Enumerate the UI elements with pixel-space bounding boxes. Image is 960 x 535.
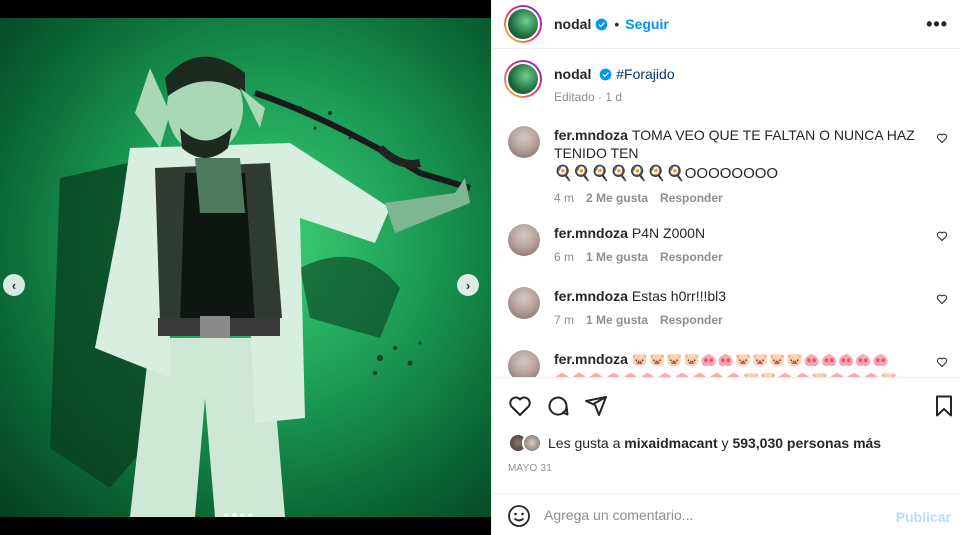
verified-badge-icon: [599, 68, 612, 81]
comment-like-icon[interactable]: [936, 230, 948, 242]
comments-list[interactable]: nodal #Forajido Editado · 1 d fer.mndoza…: [492, 50, 960, 377]
likes-summary: Les gusta a mixaidmacant y 593,030 perso…: [508, 433, 881, 453]
liker-avatar[interactable]: [522, 433, 542, 453]
post-caption: nodal #Forajido Editado · 1 d: [504, 60, 675, 104]
follow-button[interactable]: Seguir: [625, 16, 669, 32]
commenter-avatar[interactable]: [508, 126, 540, 158]
caption-author-avatar[interactable]: [504, 60, 542, 98]
heart-icon[interactable]: [508, 394, 532, 418]
comment-item: fer.mndoza P4N Z000N 6 m 1 Me gusta Respond…: [508, 224, 948, 264]
commenter-username[interactable]: fer.mndoza: [554, 351, 628, 367]
comment-item: fer.mndoza TOMA VEO QUE TE FALTAN O NUNCA…: [508, 126, 948, 205]
carousel-next-button[interactable]: ›: [457, 274, 479, 296]
comment-text: 🐷🐷🐷🐷🐽🐽🐷🐷🐷🐷🐽🐽🐽🐽🐽: [631, 352, 890, 367]
caption-author-avatar-image: [506, 62, 540, 96]
photo-illustration: [50, 56, 471, 517]
reply-button[interactable]: Responder: [660, 313, 723, 327]
comment-time: 6 m: [554, 250, 575, 264]
caption-edited-label: Editado: [554, 90, 595, 104]
reply-button[interactable]: Responder: [660, 250, 723, 264]
comment-text-line2: 🍳🍳🍳🍳🍳🍳🍳OOOOOOOO: [554, 165, 779, 182]
comment-icon[interactable]: [546, 394, 570, 418]
commenter-username[interactable]: fer.mndoza: [554, 288, 628, 304]
author-username[interactable]: nodal: [554, 16, 591, 32]
author-avatar[interactable]: [504, 5, 542, 43]
author-avatar-image: [506, 7, 540, 41]
bottom-black-strip: [0, 517, 491, 535]
comment-input[interactable]: [544, 502, 884, 528]
reply-button[interactable]: Responder: [660, 191, 723, 205]
liker-username[interactable]: mixaidmacant: [624, 435, 717, 451]
commenter-username[interactable]: fer.mndoza: [554, 127, 628, 143]
commenter-username[interactable]: fer.mndoza: [554, 225, 628, 241]
caption-meta-dot: ·: [598, 90, 603, 104]
post-header: nodal • Seguir •••: [492, 0, 960, 49]
post-actions-bar: [492, 377, 960, 433]
verified-badge-icon: [595, 18, 608, 30]
publish-button[interactable]: Publicar: [896, 509, 951, 525]
chevron-left-icon: ‹: [11, 277, 17, 293]
commenter-avatar[interactable]: [508, 287, 540, 319]
likes-middle: y: [717, 435, 733, 451]
likes-prefix: Les gusta a: [548, 435, 625, 451]
liker-avatars: [508, 433, 542, 453]
comment-text: P4N Z000N: [631, 225, 706, 241]
comment-item: fer.mndoza🐷🐷🐷🐷🐽🐽🐷🐷🐷🐷🐽🐽🐽🐽🐽 🐽🐽🐽🐽🐽🐽🐽🐽🐽🐽🐽🐷🐷🐽…: [508, 350, 948, 377]
comment-likes[interactable]: 2 Me gusta: [586, 191, 648, 205]
caption-username[interactable]: nodal: [554, 66, 591, 82]
commenter-avatar[interactable]: [508, 350, 540, 377]
comment-likes[interactable]: 1 Me gusta: [586, 250, 648, 264]
caption-time: 1 d: [605, 90, 623, 104]
top-black-strip: [0, 0, 491, 18]
comment-like-icon[interactable]: [936, 356, 948, 368]
commenter-avatar[interactable]: [508, 224, 540, 256]
bookmark-icon[interactable]: [932, 394, 956, 418]
likes-count[interactable]: 593,030 personas más: [732, 435, 881, 451]
caption-hashtag[interactable]: #Forajido: [616, 66, 674, 82]
comment-time: 4 m: [554, 191, 575, 205]
add-comment-bar: Publicar: [492, 493, 960, 535]
comment-text: Estas h0rr!!!bl3: [631, 288, 727, 304]
comment-like-icon[interactable]: [936, 293, 948, 305]
post-photo[interactable]: ‹ ›: [0, 18, 491, 517]
post-date[interactable]: MAYO 31: [508, 463, 552, 474]
comment-like-icon[interactable]: [936, 132, 948, 144]
chevron-right-icon: ›: [465, 277, 471, 293]
more-options-icon[interactable]: •••: [926, 14, 948, 35]
share-icon[interactable]: [584, 394, 608, 418]
post-detail-panel: nodal • Seguir ••• nodal #Forajido Edita…: [491, 0, 960, 535]
comment-time: 7 m: [554, 313, 575, 327]
header-separator: •: [614, 16, 620, 32]
comment-item: fer.mndoza Estas h0rr!!!bl3 7 m 1 Me gusta…: [508, 287, 948, 327]
emoji-icon[interactable]: [507, 504, 531, 528]
comment-likes[interactable]: 1 Me gusta: [586, 313, 648, 327]
carousel-prev-button[interactable]: ‹: [3, 274, 25, 296]
